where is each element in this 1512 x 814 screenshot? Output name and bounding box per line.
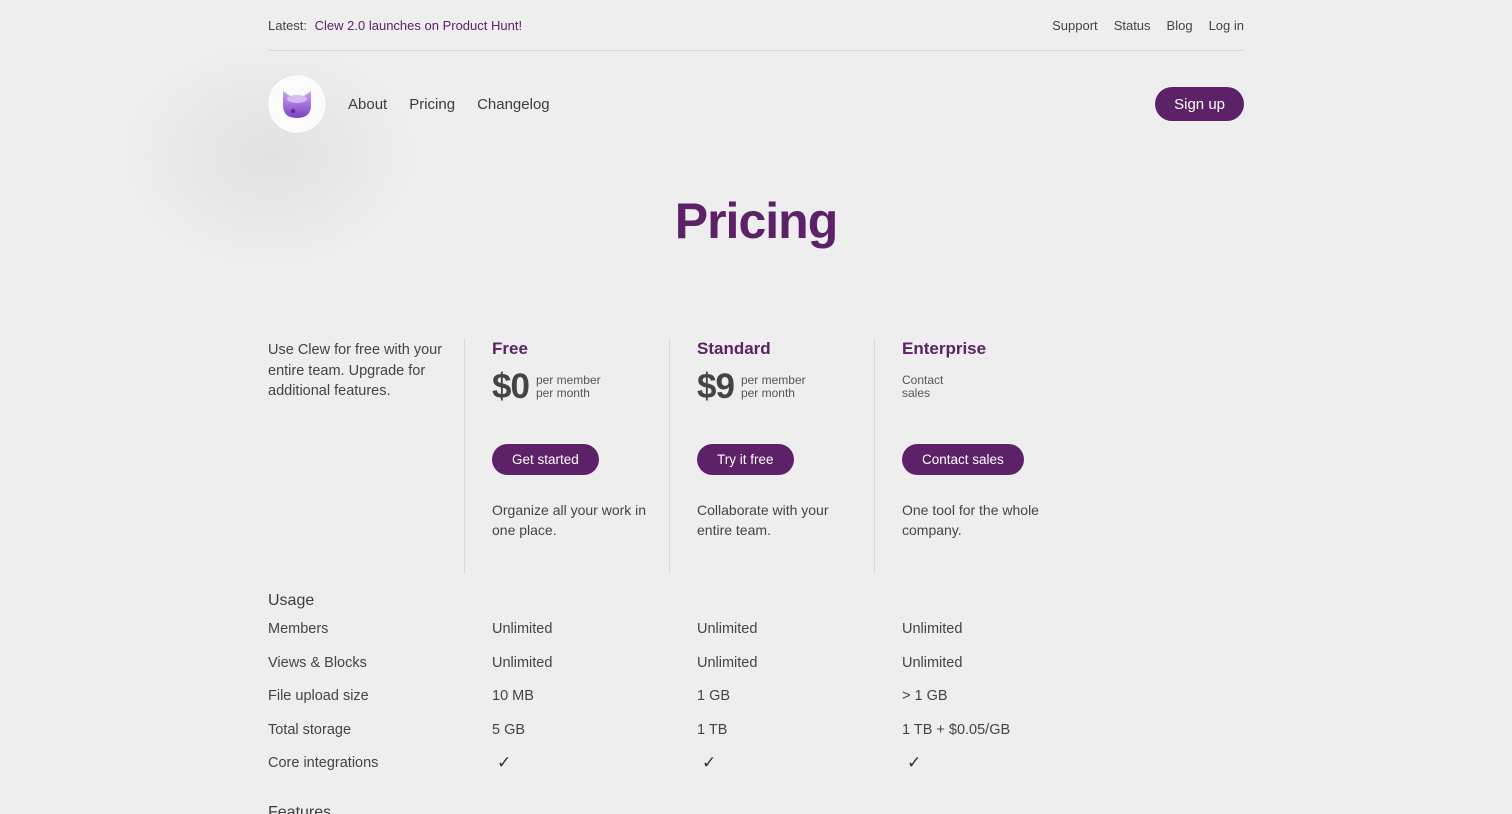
- row-value: Unlimited: [902, 621, 963, 637]
- usage-rows: Members Unlimited Unlimited Unlimited Views …: [268, 612, 1244, 780]
- row-label: Core integrations: [268, 755, 379, 771]
- row-value: 5 GB: [492, 721, 526, 738]
- utility-links: Support Status Blog Log in: [1052, 18, 1244, 33]
- divider: [874, 338, 875, 574]
- cat-logo-svg: [283, 91, 311, 118]
- support-link[interactable]: Support: [1052, 18, 1098, 33]
- row-value: Unlimited: [492, 654, 553, 671]
- plan-name: Standard: [697, 339, 771, 358]
- plan-enterprise: Enterprise Contact sales Contact sales O…: [902, 338, 1072, 538]
- price-unit-line: per month: [535, 386, 590, 400]
- login-link[interactable]: Log in: [1209, 18, 1244, 33]
- plan-free: Free $0 per member per month Get started…: [492, 338, 662, 538]
- table-row: Members Unlimited Unlimited Unlimited: [268, 612, 1244, 646]
- try-free-button[interactable]: Try it free: [697, 444, 794, 475]
- usage-title: Usage: [268, 592, 315, 609]
- status-link[interactable]: Status: [1114, 18, 1151, 33]
- contact-sales-note: Contact sales: [902, 373, 944, 400]
- nav-about[interactable]: About: [348, 96, 387, 113]
- price-unit-line: per month: [740, 386, 795, 400]
- main-nav: About Pricing Changelog Sign up: [268, 75, 1244, 133]
- table-row: File upload size 10 MB 1 GB > 1 GB: [268, 679, 1244, 713]
- pricing-plans: Use Clew for free with your entire team.…: [268, 338, 1244, 574]
- row-value: Unlimited: [492, 621, 553, 637]
- plan-name: Free: [492, 339, 528, 358]
- check-icon: ✓: [497, 753, 512, 772]
- table-row: Total storage 5 GB 1 TB 1 TB + $0.05/GB: [268, 713, 1244, 747]
- usage-table: Usage Members Unlimited Unlimited Unlimited…: [268, 590, 1244, 814]
- row-value: Unlimited: [902, 654, 963, 671]
- check-icon: ✓: [907, 753, 922, 772]
- cat-logo-icon[interactable]: [268, 75, 326, 133]
- price-unit: per member per month: [536, 374, 601, 400]
- features-title: Features: [268, 804, 332, 814]
- blog-link[interactable]: Blog: [1167, 18, 1193, 33]
- table-row: Core integrations ✓ ✓ ✓: [268, 746, 1244, 780]
- row-value: 1 GB: [697, 688, 731, 704]
- signup-button[interactable]: Sign up: [1155, 87, 1244, 121]
- announcement: Latest: Clew 2.0 launches on Product Hun…: [268, 18, 522, 33]
- plan-description: Organize all your work in one place.: [492, 502, 647, 538]
- row-value: > 1 GB: [902, 688, 948, 704]
- announcement-bar: Latest: Clew 2.0 launches on Product Hun…: [268, 0, 1244, 51]
- row-value: 1 TB: [697, 721, 728, 738]
- row-label: File upload size: [268, 688, 369, 704]
- divider: [464, 338, 465, 574]
- nav-changelog[interactable]: Changelog: [477, 96, 550, 113]
- price-row: Contact sales: [902, 370, 1072, 404]
- row-value: Unlimited: [697, 621, 758, 637]
- row-value: 1 TB + $0.05/GB: [902, 721, 1011, 738]
- divider: [669, 338, 670, 574]
- row-label: Total storage: [268, 721, 352, 738]
- get-started-button[interactable]: Get started: [492, 444, 599, 475]
- plan-description: One tool for the whole company.: [902, 502, 1039, 538]
- announcement-link[interactable]: Clew 2.0 launches on Product Hunt!: [315, 18, 522, 33]
- contact-sales-button[interactable]: Contact sales: [902, 444, 1024, 475]
- price-unit: per member per month: [741, 374, 806, 400]
- price-row: $0 per member per month: [492, 367, 662, 406]
- price-unit-line: per member: [535, 373, 601, 387]
- table-row: Views & Blocks Unlimited Unlimited Unlimite…: [268, 646, 1244, 680]
- price-row: $9 per member per month: [697, 367, 867, 406]
- row-value: 10 MB: [492, 688, 534, 704]
- plan-description: Collaborate with your entire team.: [697, 502, 829, 538]
- plan-price: $0: [492, 367, 530, 406]
- nav-pricing[interactable]: Pricing: [409, 96, 455, 113]
- row-value: Unlimited: [697, 654, 758, 671]
- plan-standard: Standard $9 per member per month Try it …: [697, 338, 867, 538]
- pricing-intro: Use Clew for free with your entire team.…: [268, 342, 443, 399]
- plan-name: Enterprise: [902, 339, 987, 358]
- row-label: Members: [268, 621, 329, 637]
- plan-price: $9: [697, 367, 735, 406]
- row-label: Views & Blocks: [268, 654, 367, 671]
- latest-label: Latest:: [268, 17, 308, 33]
- page-title: Pricing: [674, 193, 838, 249]
- nav-links: About Pricing Changelog: [348, 96, 550, 113]
- price-unit-line: per member: [740, 373, 806, 387]
- check-icon: ✓: [702, 753, 717, 772]
